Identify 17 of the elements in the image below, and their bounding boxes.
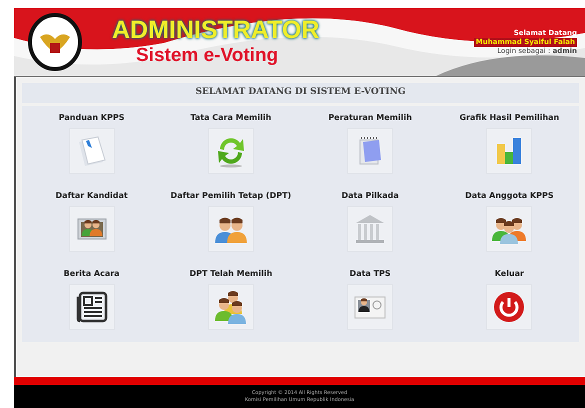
menu-item[interactable]: Panduan KPPS: [22, 112, 162, 174]
menu-item[interactable]: Data TPS: [300, 268, 440, 330]
people-icon: [214, 290, 248, 324]
power-icon: [492, 290, 526, 324]
menu-item[interactable]: DPT Telah Memilih: [161, 268, 300, 330]
newspaper-icon: [74, 290, 109, 324]
menu-item[interactable]: Peraturan Memilih: [300, 112, 440, 174]
page-title: SELAMAT DATANG DI SISTEM E-VOTING: [22, 83, 579, 102]
menu-item[interactable]: Tata Cara Memilih: [161, 112, 300, 174]
menu-item[interactable]: Grafik Hasil Pemilihan: [440, 112, 579, 174]
menu-item[interactable]: Data Anggota KPPS: [440, 190, 579, 252]
menu-item[interactable]: Daftar Kandidat: [22, 190, 162, 252]
menu-item[interactable]: Daftar Pemilih Tetap (DPT): [161, 190, 300, 252]
menu-item[interactable]: Berita Acara: [22, 268, 162, 330]
menu-item[interactable]: Data Pilkada: [300, 190, 440, 252]
app-subtitle: Sistem e-Voting: [136, 44, 280, 68]
menu-item[interactable]: Keluar: [440, 268, 579, 330]
